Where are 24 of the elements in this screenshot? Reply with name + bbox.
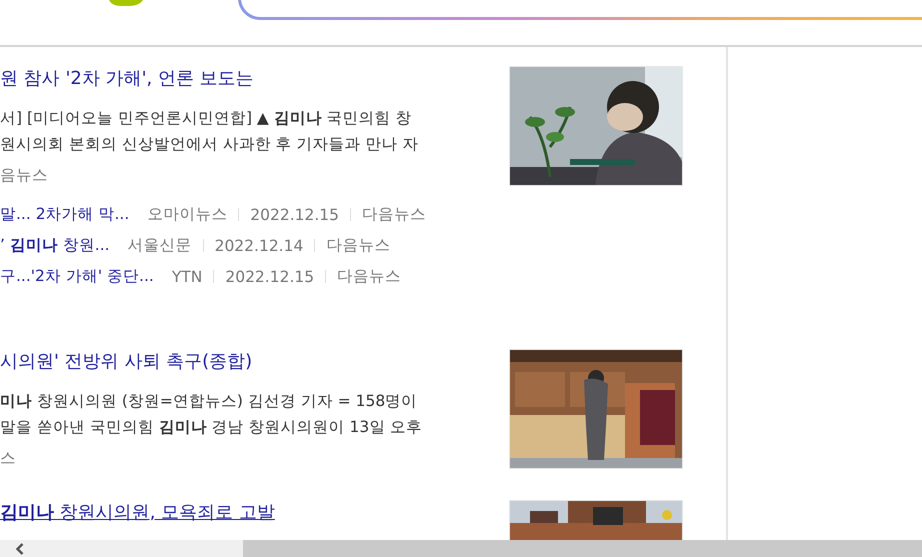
related-news-link[interactable]: 구...'2차 가해' 중단... <box>0 266 154 287</box>
related-news-link[interactable]: ’ 김미나 창원... <box>0 235 110 256</box>
news-title-link[interactable]: 김미나 창원시의원, 모욕죄로 고발 <box>0 500 275 526</box>
news-snippet: 원시의회 본회의 신상발언에서 사과한 후 기자들과 만나 자 <box>0 134 420 155</box>
news-source: 음뉴스 <box>0 165 49 186</box>
news-snippet: 미나 창원시의원 (창원=연합뉴스) 김선경 기자 = 158명이 <box>0 391 418 412</box>
related-news-link[interactable]: 말... 2차가해 막... <box>0 204 130 225</box>
news-snippet: 서] [미디어오늘 민주언론시민연합] ▲ 김미나 국민의힘 창 <box>0 108 413 129</box>
news-date: 2022.12.15 <box>225 268 314 286</box>
press-name: YTN <box>172 268 202 286</box>
scrollbar-thumb[interactable] <box>243 540 922 557</box>
news-snippet: 말을 쏟아낸 국민의힘 김미나 경남 창원시의원이 13일 오후 <box>0 417 424 438</box>
press-name: 오마이뉴스 <box>147 204 228 225</box>
news-title-link[interactable]: 시의원' 전방위 사퇴 촉구(종합) <box>0 349 252 375</box>
portal-name: 다음뉴스 <box>326 235 390 256</box>
news-source: 스 <box>0 448 17 469</box>
news-title-link[interactable]: 원 참사 '2차 가해', 언론 보도는 <box>0 66 254 92</box>
press-name: 서울신문 <box>128 235 192 256</box>
news-date: 2022.12.15 <box>250 206 340 224</box>
news-date: 2022.12.14 <box>214 236 304 254</box>
horizontal-scrollbar[interactable] <box>0 540 922 557</box>
portal-name: 다음뉴스 <box>337 266 402 287</box>
portal-name: 다음뉴스 <box>362 204 426 225</box>
scroll-left-icon[interactable] <box>16 542 24 554</box>
